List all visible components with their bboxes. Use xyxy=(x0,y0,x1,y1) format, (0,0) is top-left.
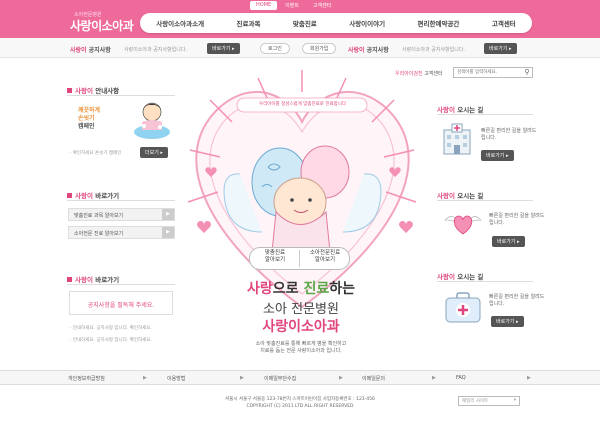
hero-headline: 사랑으로 진료하는 xyxy=(247,281,355,297)
first-aid-kit-icon xyxy=(445,292,481,323)
bottom-nav: 개인정보취급방침 ▶ 이용방법 ▶ 이메일무단수집 ▶ 이메일문의 ▶ FAQ … xyxy=(0,370,600,385)
util-home-link[interactable]: HOME xyxy=(250,1,278,10)
search-icon[interactable]: ⚲ xyxy=(522,68,532,77)
hero-custom-care-button[interactable]: 맞춤진료 알아보기 xyxy=(251,250,299,264)
nav-item-custom-care[interactable]: 맞춤진료 xyxy=(293,18,317,28)
util-event-link[interactable]: 이벤트 xyxy=(279,1,305,10)
notice-left-text: 사랑이소아과 공지사항입니다. xyxy=(124,47,187,53)
notice-bullet: · 안내하세요. 공지사항 입니다. 확인하세요. xyxy=(70,326,152,331)
shortcut1-title: 사랑이 바로가기 xyxy=(67,190,119,200)
hero-description: 소아 맞춤진료를 통해 빠르게 병을 확인하고 치료를 돕는 전문 사랑이소아과 … xyxy=(255,341,347,354)
chevron-down-icon: ▾ xyxy=(513,398,516,403)
arrow-right-icon: ▶ xyxy=(527,375,531,381)
notice-right-button[interactable]: 바로가기 ▸ xyxy=(484,43,517,54)
arrow-right-icon: ▶ xyxy=(162,209,174,220)
util-customer-link[interactable]: 고객센터 xyxy=(307,1,337,10)
hero-bubble-text: 우리아이를 정성스럽게 맞춤진료로 진료합니다 xyxy=(258,102,347,107)
shortcut2-title: 사랑이 바로가기 xyxy=(67,274,119,284)
notice-bullet: · 안내하세요. 공지사항 입니다. 확인하세요. xyxy=(70,338,152,343)
shortcut-custom-care-link[interactable]: 맞춤진료 과목 알아보기 ▶ xyxy=(68,208,175,221)
divider xyxy=(67,200,175,201)
hero-subheadline: 소아 전문병원 xyxy=(263,302,339,317)
arrow-right-icon: ▶ xyxy=(432,375,436,381)
winged-heart-icon xyxy=(444,215,482,235)
main-nav: 사랑이소아과소개 진료과목 맞춤진료 사랑이이야기 편리한예약공간 고객센터 xyxy=(140,13,532,33)
directions-button-3[interactable]: 바로가기 ▸ xyxy=(491,316,524,327)
notice-box[interactable]: 공지사항을 필독해 주세요. xyxy=(69,291,173,315)
footer-address: 서울시 서울구 서울동 123-78번지 스마트어린이집 사업자등록번호 : 1… xyxy=(225,397,375,402)
search-input[interactable] xyxy=(453,67,533,78)
divider xyxy=(437,200,533,201)
directions-title-3: 사랑이 오시는 길 xyxy=(437,273,484,281)
shortcut-pediatric-link[interactable]: 소아전문 진료 알아보기 ▶ xyxy=(68,226,175,239)
nav-item-customer-center[interactable]: 고객센터 xyxy=(492,18,516,28)
nav-item-intro[interactable]: 사랑이소아과소개 xyxy=(156,18,204,28)
directions-text-3: 빠른길 편리한 길을 알려드립니다. xyxy=(489,294,545,307)
guide-title: 사랑이 안내사항 xyxy=(67,85,119,95)
divider xyxy=(437,114,533,115)
guide-campaign-text: 깨끗하게 손씻기 캠페인 xyxy=(78,107,101,130)
family-site-select[interactable]: 패밀리 사이트 ▾ xyxy=(458,396,520,406)
bottom-link-email-policy[interactable]: 이메일무단수집 xyxy=(264,375,296,382)
hero-pediatric-button[interactable]: 소아전문진료 알아보기 xyxy=(300,250,350,264)
notice-right-text: 사랑이소아과 공지사항입니다. xyxy=(402,47,465,53)
arrow-right-icon: ▶ xyxy=(240,375,244,381)
arrow-right-icon: ▶ xyxy=(162,227,174,238)
notice-left-button[interactable]: 바로가기 ▸ xyxy=(207,43,240,54)
arrow-right-icon: ▶ xyxy=(143,375,147,381)
directions-button-2[interactable]: 바로가기 ▸ xyxy=(492,236,525,247)
handwash-child-illustration xyxy=(134,102,170,139)
notice-right-title: 사랑이 공지사항 xyxy=(348,47,389,54)
nav-item-departments[interactable]: 진료과목 xyxy=(237,18,261,28)
notice-left-title: 사랑이 공지사항 xyxy=(70,47,111,54)
logo[interactable]: 사랑이소아과 xyxy=(70,17,134,34)
nav-item-reservation[interactable]: 편리한예약공간 xyxy=(418,18,460,28)
join-button[interactable]: 회원가입 xyxy=(302,43,337,54)
guide-more-button[interactable]: 더보기 ▸ xyxy=(140,147,168,158)
bottom-link-usage[interactable]: 이용방법 xyxy=(167,375,185,382)
hero-clinic-name: 사랑이소아과 xyxy=(262,319,340,335)
arrow-right-icon: ▶ xyxy=(339,375,343,381)
directions-title-2: 사랑이 오시는 길 xyxy=(437,192,484,200)
divider xyxy=(437,281,533,282)
footer-copyright: COPYRIGHT (C) 2011 LTD ALL RIGHT RESERVE… xyxy=(246,404,354,409)
directions-text-2: 빠른길 편리한 길을 알려드립니다. xyxy=(489,213,545,226)
bottom-link-email-inquiry[interactable]: 이메일문의 xyxy=(362,375,385,382)
directions-text-1: 빠른길 편리한 길을 알려드립니다. xyxy=(481,128,537,141)
directions-title-1: 사랑이 오시는 길 xyxy=(437,106,484,114)
nav-item-stories[interactable]: 사랑이이야기 xyxy=(349,18,385,28)
bottom-link-privacy[interactable]: 개인정보취급방침 xyxy=(68,375,105,382)
bottom-link-faq[interactable]: FAQ xyxy=(456,375,466,381)
hospital-building-icon xyxy=(443,123,471,155)
login-button[interactable]: 로그인 xyxy=(260,43,290,54)
util-links: HOME 이벤트 고객센터 xyxy=(250,1,337,10)
directions-button-1[interactable]: 바로가기 ▸ xyxy=(481,150,514,161)
divider xyxy=(67,284,175,285)
guide-bullet: · 확인하세요 손씻기 캠페인 xyxy=(70,151,122,156)
